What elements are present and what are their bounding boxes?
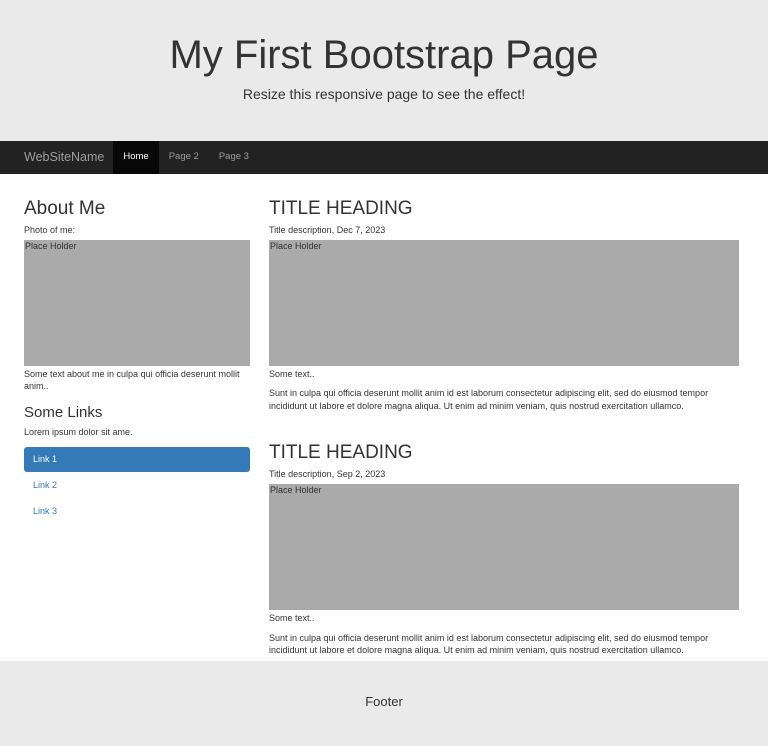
sidebar-link-1[interactable]: Link 1	[24, 447, 250, 473]
about-photo-placeholder: Place Holder	[24, 240, 250, 367]
post: TITLE HEADING Title description, Dec 7, …	[269, 198, 739, 412]
post-title: TITLE HEADING	[269, 442, 413, 464]
page-subtitle: Resize this responsive page to see the e…	[242, 86, 526, 102]
post: TITLE HEADING Title description, Sep 2, …	[269, 442, 739, 656]
sidebar-link-2[interactable]: Link 2	[24, 473, 250, 498]
navbar: WebSiteName Home Page 2 Page 3	[0, 141, 768, 174]
links-text: Lorem ipsum dolor sit ame.	[24, 427, 133, 438]
sidebar-links: Link 1 Link 2 Link 3	[24, 447, 250, 524]
nav-item-page-2[interactable]: Page 2	[159, 141, 209, 174]
footer: Footer	[0, 661, 768, 746]
nav-item-home[interactable]: Home	[113, 141, 159, 174]
page-title: My First Bootstrap Page	[169, 33, 599, 77]
post-body: Sunt in culpa qui officia deserunt molli…	[269, 632, 709, 656]
main-content: About Me Photo of me: Place Holder Some …	[0, 174, 768, 661]
about-text: Some text about me in culpa qui officia …	[24, 369, 240, 392]
footer-text: Footer	[365, 694, 403, 709]
post-title: TITLE HEADING	[269, 198, 413, 219]
links-heading: Some Links	[24, 404, 103, 422]
post-description: Title description, Dec 7, 2023	[269, 225, 386, 235]
post-short-text: Some text..	[269, 613, 315, 624]
post-body: Sunt in culpa qui officia deserunt molli…	[269, 388, 709, 411]
nav-item-page-3[interactable]: Page 3	[209, 141, 259, 174]
sidebar: About Me Photo of me: Place Holder Some …	[24, 198, 250, 525]
post-image-placeholder: Place Holder	[269, 240, 739, 367]
photo-label: Photo of me:	[24, 225, 76, 235]
posts-column: TITLE HEADING Title description, Dec 7, …	[269, 198, 739, 657]
navbar-brand[interactable]: WebSiteName	[24, 141, 104, 174]
jumbotron: My First Bootstrap Page Resize this resp…	[0, 0, 768, 141]
post-description: Title description, Sep 2, 2023	[269, 469, 386, 480]
sidebar-link-3[interactable]: Link 3	[24, 499, 250, 524]
post-short-text: Some text..	[269, 369, 315, 380]
post-image-placeholder: Place Holder	[269, 484, 739, 611]
about-heading: About Me	[24, 198, 106, 219]
